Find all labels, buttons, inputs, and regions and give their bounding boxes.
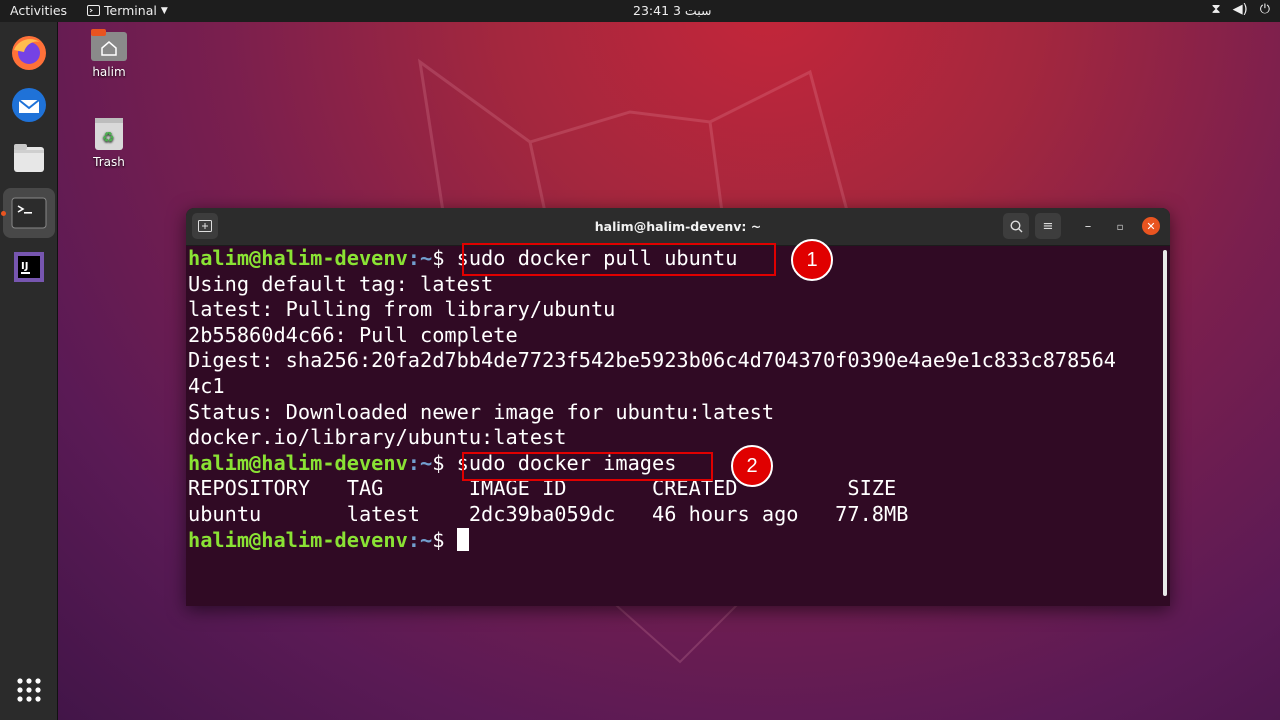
prompt-user: halim@halim-devenv	[188, 450, 408, 475]
thunderbird-icon	[12, 88, 46, 122]
step-badge-1: 1	[791, 239, 833, 281]
terminal-scrollbar[interactable]	[1163, 250, 1167, 596]
volume-icon: ◀)	[1232, 2, 1248, 17]
show-applications-button[interactable]	[8, 669, 50, 711]
terminal-icon	[11, 197, 47, 229]
prompt-user: halim@halim-devenv	[188, 246, 408, 270]
app-menu-terminal[interactable]: Terminal ▼	[87, 3, 168, 18]
hamburger-menu-button[interactable]: ≡	[1035, 213, 1061, 239]
dock-thunderbird[interactable]	[8, 84, 50, 126]
trash-label: Trash	[93, 155, 125, 169]
dock-files[interactable]	[8, 137, 50, 179]
command-line-3[interactable]: halim@halim-devenv:~$	[188, 527, 1158, 554]
desktop-trash[interactable]: ♻ Trash	[79, 116, 139, 169]
dock: IJ	[0, 22, 58, 720]
output-line: 4c1	[188, 373, 225, 398]
maximize-button[interactable]: ▫	[1112, 219, 1128, 234]
hamburger-icon: ≡	[1042, 218, 1054, 234]
show-applications-icon	[17, 678, 41, 702]
dock-intellij[interactable]: IJ	[8, 246, 50, 288]
highlight-box-2	[462, 452, 713, 481]
prompt-user: halim@halim-devenv	[188, 527, 408, 552]
trash-icon: ♻	[95, 118, 123, 150]
output-line: Digest: sha256:20fa2d7bb4de7723f542be592…	[188, 348, 1116, 373]
firefox-icon	[12, 36, 46, 70]
home-folder-icon	[91, 29, 127, 61]
dock-firefox[interactable]	[8, 32, 50, 74]
files-icon	[14, 144, 44, 172]
prompt-path: :~	[407, 527, 433, 552]
prompt-symbol: $	[432, 450, 457, 475]
output-line: 2b55860d4c66: Pull complete	[188, 322, 518, 347]
home-folder-label: halim	[92, 65, 126, 79]
svg-text:♻: ♻	[102, 130, 115, 146]
power-icon: ⏻	[1259, 2, 1270, 17]
images-table-row: ubuntu latest 2dc39ba059dc 46 hours ago …	[188, 501, 909, 526]
close-icon: ✕	[1146, 219, 1156, 233]
output-line: Status: Downloaded newer image for ubunt…	[188, 399, 775, 424]
system-menu[interactable]: ⧗ ◀) ⏻	[1211, 2, 1270, 17]
network-icon: ⧗	[1211, 2, 1221, 17]
terminal-small-icon	[87, 5, 100, 16]
maximize-icon: ▫	[1116, 222, 1124, 233]
dock-terminal[interactable]	[3, 188, 55, 238]
clock[interactable]: 23:41 سبت 3	[633, 3, 711, 18]
desktop-home-folder[interactable]: halim	[79, 28, 139, 79]
output-line: docker.io/library/ubuntu:latest	[188, 425, 567, 450]
terminal-titlebar[interactable]: halim@halim-devenv: ~ ≡ – ▫ ✕	[186, 208, 1170, 246]
close-button[interactable]: ✕	[1142, 217, 1160, 235]
running-indicator	[1, 211, 6, 216]
top-bar: Activities Terminal ▼ 23:41 سبت 3 ⧗ ◀) ⏻	[0, 0, 1280, 22]
prompt-path: :~	[407, 450, 433, 475]
prompt-symbol: $	[432, 527, 457, 552]
chevron-down-icon: ▼	[160, 5, 168, 16]
activities-button[interactable]: Activities	[10, 3, 67, 18]
minimize-button[interactable]: –	[1080, 219, 1096, 234]
prompt-path: :~	[407, 246, 433, 270]
intellij-icon: IJ	[14, 252, 44, 282]
search-icon	[1009, 219, 1022, 232]
minimize-icon: –	[1084, 219, 1092, 234]
output-line: latest: Pulling from library/ubuntu	[188, 297, 616, 322]
svg-text:IJ: IJ	[21, 261, 28, 272]
terminal-output[interactable]: halim@halim-devenv:~$ sudo docker pull u…	[188, 246, 1158, 604]
step-badge-2: 2	[731, 445, 773, 487]
text-cursor	[456, 527, 469, 551]
app-menu-label: Terminal	[104, 3, 157, 18]
search-button[interactable]	[1003, 213, 1029, 239]
prompt-symbol: $	[432, 246, 457, 270]
highlight-box-1	[462, 243, 776, 276]
